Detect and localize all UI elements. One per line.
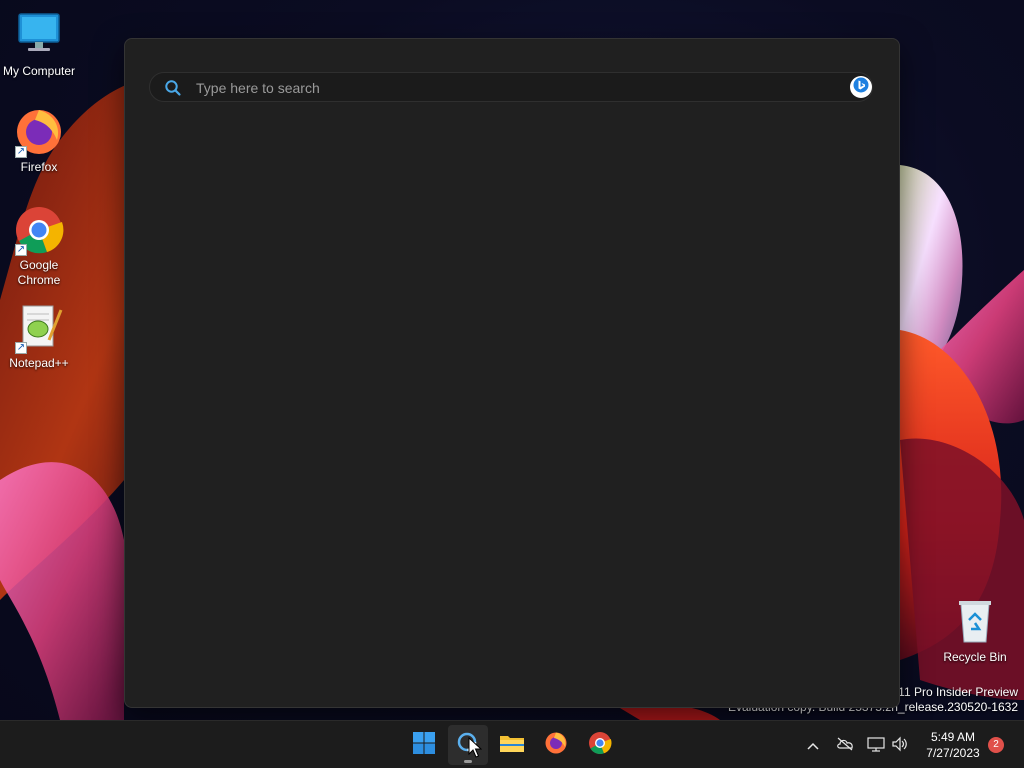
network-button[interactable] bbox=[866, 735, 886, 755]
desktop-icon-label: Notepad++ bbox=[9, 356, 69, 370]
firefox-icon: ↗ bbox=[13, 106, 65, 158]
bing-icon bbox=[853, 77, 869, 98]
desktop-icon-firefox[interactable]: ↗ Firefox bbox=[1, 106, 77, 175]
network-icon bbox=[867, 736, 885, 755]
taskbar-chrome-button[interactable] bbox=[580, 725, 620, 765]
recycle-bin-icon bbox=[949, 596, 1001, 648]
show-hidden-icons-button[interactable] bbox=[803, 735, 823, 755]
desktop-icon-google-chrome[interactable]: ↗ Google Chrome bbox=[1, 204, 77, 288]
taskbar: 5:49 AM 7/27/2023 2 bbox=[0, 720, 1024, 768]
desktop-icon-label: Recycle Bin bbox=[943, 650, 1007, 664]
taskbar-file-explorer-button[interactable] bbox=[492, 725, 532, 765]
mouse-cursor-icon bbox=[468, 736, 483, 764]
search-input[interactable] bbox=[194, 76, 798, 100]
shortcut-arrow-icon: ↗ bbox=[15, 146, 27, 158]
onedrive-button[interactable] bbox=[835, 735, 855, 755]
notepadpp-icon: ↗ bbox=[13, 302, 65, 354]
onedrive-offline-icon bbox=[836, 737, 854, 754]
desktop-icon-recycle-bin[interactable]: Recycle Bin bbox=[937, 596, 1013, 665]
search-box[interactable] bbox=[149, 72, 873, 102]
desktop-icon-label: Google Chrome bbox=[17, 258, 61, 287]
volume-icon bbox=[891, 736, 909, 755]
computer-icon bbox=[13, 10, 65, 62]
search-icon bbox=[164, 79, 182, 102]
chrome-icon: ↗ bbox=[13, 204, 65, 256]
folder-icon bbox=[499, 732, 525, 759]
firefox-icon bbox=[544, 731, 568, 760]
desktop-icon-label: Firefox bbox=[20, 160, 58, 174]
desktop-icon-label: My Computer bbox=[2, 64, 76, 78]
shortcut-arrow-icon: ↗ bbox=[15, 244, 27, 256]
desktop-icon-my-computer[interactable]: My Computer bbox=[1, 10, 77, 79]
windows-start-icon bbox=[412, 731, 436, 760]
clock-button[interactable]: 5:49 AM 7/27/2023 bbox=[918, 729, 988, 761]
desktop-icon-notepadpp[interactable]: ↗ Notepad++ bbox=[1, 302, 77, 371]
bing-chat-button[interactable] bbox=[850, 76, 872, 98]
clock-date: 7/27/2023 bbox=[926, 746, 980, 760]
taskbar-firefox-button[interactable] bbox=[536, 725, 576, 765]
volume-button[interactable] bbox=[890, 735, 910, 755]
start-button[interactable] bbox=[404, 725, 444, 765]
chevron-up-icon bbox=[807, 738, 819, 753]
chrome-icon bbox=[588, 731, 612, 760]
desktop: My Computer ↗ Firefox ↗ Google Chrome ↗ … bbox=[0, 0, 1024, 768]
shortcut-arrow-icon: ↗ bbox=[15, 342, 27, 354]
clock-time: 5:49 AM bbox=[930, 730, 976, 744]
search-flyout-panel bbox=[124, 38, 900, 708]
notification-badge[interactable]: 2 bbox=[988, 737, 1004, 753]
